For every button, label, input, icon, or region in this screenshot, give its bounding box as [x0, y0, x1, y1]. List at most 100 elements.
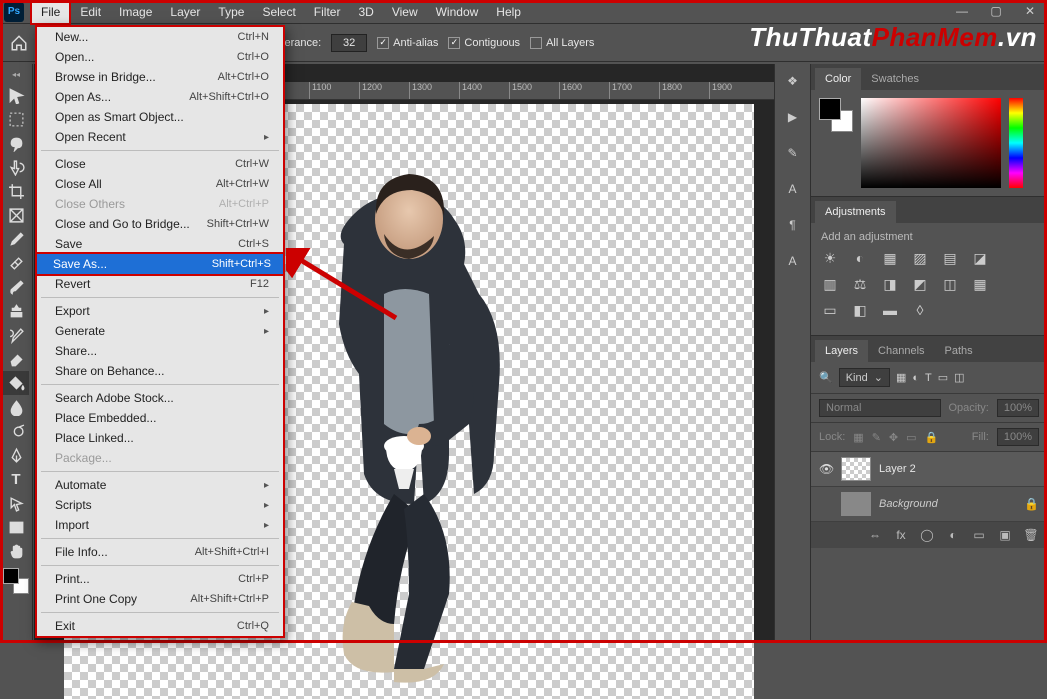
tab-color[interactable]: Color	[815, 68, 861, 90]
menu-file[interactable]: File	[30, 0, 71, 25]
menu-item-open-as[interactable]: Open As...Alt+Shift+Ctrl+O	[37, 87, 283, 107]
adjustment-icon[interactable]: ⚖	[851, 275, 869, 293]
trash-icon[interactable]: 🗑	[1023, 528, 1039, 542]
menu-item-browse-in-bridge[interactable]: Browse in Bridge...Alt+Ctrl+O	[37, 67, 283, 87]
adjustment-icon[interactable]: ◊	[911, 301, 929, 319]
menu-item-file-info[interactable]: File Info...Alt+Shift+Ctrl+I	[37, 542, 283, 562]
adjustment-icon[interactable]: ▥	[821, 275, 839, 293]
link-layers-icon[interactable]: ⇔	[867, 528, 883, 542]
dodge-tool[interactable]	[3, 419, 29, 443]
color-field[interactable]	[861, 98, 1001, 188]
menu-item-share[interactable]: Share...	[37, 341, 283, 361]
lasso-tool[interactable]	[3, 131, 29, 155]
close-icon[interactable]: ✕	[1013, 0, 1047, 22]
bucket-tool[interactable]	[3, 371, 29, 395]
tab-adjustments[interactable]: Adjustments	[815, 201, 896, 223]
filter-pixel-icon[interactable]: ▦	[896, 371, 906, 384]
menu-item-revert[interactable]: RevertF12	[37, 274, 283, 294]
menu-item-save[interactable]: SaveCtrl+S	[37, 234, 283, 254]
menu-select[interactable]: Select	[253, 1, 304, 23]
layer-fill-input[interactable]: 100%	[997, 428, 1039, 446]
layer-row[interactable]: 👁Layer 2	[811, 452, 1047, 487]
menu-item-search-adobe-stock[interactable]: Search Adobe Stock...	[37, 388, 283, 408]
hand-tool[interactable]	[3, 539, 29, 563]
menu-item-close[interactable]: CloseCtrl+W	[37, 154, 283, 174]
menu-item-share-on-behance[interactable]: Share on Behance...	[37, 361, 283, 381]
menu-filter[interactable]: Filter	[305, 1, 350, 23]
panel-strip-icon-0[interactable]: ❖	[782, 70, 804, 92]
menu-help[interactable]: Help	[487, 1, 530, 23]
pen-tool[interactable]	[3, 443, 29, 467]
menu-item-generate[interactable]: Generate	[37, 321, 283, 341]
tab-channels[interactable]: Channels	[868, 340, 934, 362]
path-select-tool[interactable]	[3, 491, 29, 515]
menu-item-open-as-smart-object[interactable]: Open as Smart Object...	[37, 107, 283, 127]
filter-shape-icon[interactable]: ▭	[938, 371, 948, 384]
lock-all-icon[interactable]: 🔒	[925, 431, 939, 444]
layer-row[interactable]: Background🔒	[811, 487, 1047, 522]
fx-icon[interactable]: fx	[893, 528, 909, 542]
menu-item-print-one-copy[interactable]: Print One CopyAlt+Shift+Ctrl+P	[37, 589, 283, 609]
crop-tool[interactable]	[3, 179, 29, 203]
menu-item-close-all[interactable]: Close AllAlt+Ctrl+W	[37, 174, 283, 194]
move-tool[interactable]	[3, 83, 29, 107]
blur-tool[interactable]	[3, 395, 29, 419]
adjustment-icon[interactable]: ▨	[911, 249, 929, 267]
menu-item-import[interactable]: Import	[37, 515, 283, 535]
filter-type-icon[interactable]: T	[925, 372, 932, 384]
brush-tool[interactable]	[3, 275, 29, 299]
rectangle-tool[interactable]	[3, 515, 29, 539]
eyedropper-tool[interactable]	[3, 227, 29, 251]
adjustment-icon[interactable]: ▦	[971, 275, 989, 293]
antialias-checkbox[interactable]: Anti-alias	[377, 37, 438, 49]
menu-item-save-as[interactable]: Save As...Shift+Ctrl+S	[35, 252, 285, 276]
layer-name[interactable]: Background	[879, 498, 938, 510]
minimize-icon[interactable]: —	[945, 0, 979, 22]
lock-move-icon[interactable]: ✥	[889, 431, 898, 444]
menu-view[interactable]: View	[383, 1, 427, 23]
adjustment-icon[interactable]: ◨	[881, 275, 899, 293]
menu-item-close-and-go-to-bridge[interactable]: Close and Go to Bridge...Shift+Ctrl+W	[37, 214, 283, 234]
alllayers-checkbox[interactable]: All Layers	[530, 37, 594, 49]
tab-swatches[interactable]: Swatches	[861, 68, 929, 90]
layer-name[interactable]: Layer 2	[879, 463, 916, 475]
tab-paths[interactable]: Paths	[935, 340, 983, 362]
adjustment-icon[interactable]: ☀	[821, 249, 839, 267]
lock-position-icon[interactable]: ▦	[853, 431, 863, 444]
layer-thumbnail[interactable]	[841, 492, 871, 516]
marquee-tool[interactable]	[3, 107, 29, 131]
eraser-tool[interactable]	[3, 347, 29, 371]
panel-strip-icon-3[interactable]: A	[782, 178, 804, 200]
blend-select[interactable]: Normal	[819, 399, 941, 417]
tab-layers[interactable]: Layers	[815, 340, 868, 362]
menu-type[interactable]: Type	[209, 1, 253, 23]
menu-item-export[interactable]: Export	[37, 301, 283, 321]
group-icon[interactable]: ▭	[971, 528, 987, 542]
frame-tool[interactable]	[3, 203, 29, 227]
menu-layer[interactable]: Layer	[161, 1, 209, 23]
menu-image[interactable]: Image	[110, 1, 161, 23]
panel-strip-icon-4[interactable]: ¶	[782, 214, 804, 236]
layer-filter-select[interactable]: Kind⌄	[839, 368, 890, 387]
healing-tool[interactable]	[3, 251, 29, 275]
menu-item-open-recent[interactable]: Open Recent	[37, 127, 283, 147]
layer-thumbnail[interactable]	[841, 457, 871, 481]
mask-icon[interactable]: ◯	[919, 528, 935, 542]
menu-item-place-embedded[interactable]: Place Embedded...	[37, 408, 283, 428]
adjustment-icon[interactable]: ◩	[911, 275, 929, 293]
tolerance-input[interactable]: 32	[331, 34, 367, 52]
panel-strip-icon-2[interactable]: ✎	[782, 142, 804, 164]
color-fgbg-swatch[interactable]	[819, 98, 853, 132]
stamp-tool[interactable]	[3, 299, 29, 323]
menu-item-place-linked[interactable]: Place Linked...	[37, 428, 283, 448]
adjustment-layer-icon[interactable]: ◐	[945, 528, 961, 542]
layer-opacity-input[interactable]: 100%	[997, 399, 1039, 417]
collapse-icon[interactable]: ◂◂	[0, 70, 32, 80]
contiguous-checkbox[interactable]: Contiguous	[448, 37, 520, 49]
history-brush-tool[interactable]	[3, 323, 29, 347]
adjustment-icon[interactable]: ◫	[941, 275, 959, 293]
filter-smart-icon[interactable]: ◫	[954, 371, 964, 384]
adjustment-icon[interactable]: ▬	[881, 301, 899, 319]
menu-3d[interactable]: 3D	[349, 1, 382, 23]
home-icon[interactable]	[8, 32, 30, 54]
